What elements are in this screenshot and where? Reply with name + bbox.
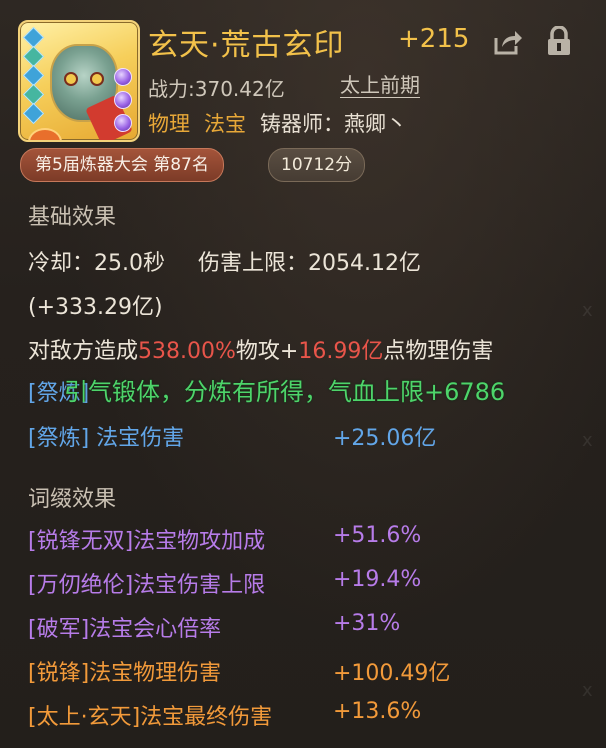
background-close-mark: x (582, 300, 593, 321)
enhance-level: +215 (398, 24, 470, 54)
damage-cap-line: 伤害上限：2054.12亿 (198, 245, 421, 277)
section-title-affix: 词缀效果 (28, 487, 117, 512)
affix-row: [太上·玄天]法宝最终伤害 (28, 699, 272, 731)
combat-power: 战力:370.42亿 (148, 73, 285, 102)
crab-charm-icon (28, 128, 62, 140)
affix-tag: [破军] (28, 617, 90, 642)
affix-name: 法宝物攻加成 (133, 529, 266, 554)
gem-icon (22, 102, 45, 125)
item-category: 法宝 (204, 112, 246, 136)
purple-orb-icon (114, 114, 132, 132)
affix-name: 法宝伤害上限 (133, 573, 266, 598)
affix-tag: [太上·玄天] (28, 705, 141, 730)
refine-row: [祭炼] 法宝伤害 (28, 420, 184, 452)
cooldown-value: 25.0秒 (94, 251, 166, 276)
item-name: 玄天·荒古玄印 (148, 28, 345, 63)
affix-value: +51.6% (333, 523, 422, 548)
smith-label: 铸器师： (260, 112, 344, 136)
damage-cap-label: 伤害上限： (198, 251, 309, 276)
affix-row: [破军]法宝会心倍率 (28, 611, 221, 643)
affix-tag: [锐锋] (28, 661, 90, 686)
item-attribute: 物理 (148, 112, 190, 136)
refine-tag: [祭炼] (28, 426, 90, 451)
forging-rank-badge: 第5届炼器大会 第87名 (20, 148, 224, 182)
cooldown-line: 冷却：25.0秒 (28, 245, 165, 277)
damage-cap-bonus: (+333.29亿) (28, 295, 163, 320)
damage-suffix: 点物理伤害 (383, 339, 494, 364)
damage-description: 对敌方造成538.00%物攻+16.99亿点物理伤害 (28, 333, 493, 365)
affix-name: 法宝会心倍率 (89, 617, 222, 642)
affix-row: [锐锋]法宝物理伤害 (28, 655, 221, 687)
purple-orb-icon (114, 91, 132, 109)
treasure-seal-icon[interactable] (18, 20, 140, 142)
purple-orb-icon (114, 68, 132, 86)
damage-percent: 538.00% (138, 339, 236, 364)
refine-name: 法宝伤害 (96, 426, 185, 451)
lock-button[interactable] (546, 25, 572, 56)
gem-column (22, 26, 45, 125)
damage-cap-value: 2054.12亿 (308, 251, 421, 276)
affix-value: +100.49亿 (333, 661, 451, 686)
item-tooltip-panel: x x x 玄天·荒古玄印 +215 战力:370.42亿 太上前期 物理 法宝… (0, 0, 606, 748)
affix-name: 法宝物理伤害 (89, 661, 222, 686)
affix-value: +13.6% (333, 699, 422, 724)
affix-row: [万仞绝伦]法宝伤害上限 (28, 567, 265, 599)
damage-mid: 物攻+ (235, 339, 299, 364)
realm-link[interactable]: 太上前期 (340, 73, 420, 98)
item-type-row: 物理 法宝 铸器师：燕卿丶 (148, 108, 407, 138)
damage-flat: 16.99亿 (298, 339, 384, 364)
mask-eye (64, 72, 78, 86)
affix-tag: [锐锋无双] (28, 529, 134, 554)
orb-column (114, 68, 134, 137)
affix-value: +31% (333, 611, 401, 636)
smith-name: 燕卿丶 (344, 112, 407, 136)
affix-tag: [万仞绝伦] (28, 573, 134, 598)
score-badge: 10712分 (268, 148, 366, 182)
share-button[interactable] (493, 28, 523, 56)
lock-icon (548, 25, 570, 55)
affix-name: 法宝最终伤害 (140, 705, 273, 730)
mask-eye (90, 72, 104, 86)
background-close-mark: x (582, 680, 593, 701)
damage-prefix: 对敌方造成 (28, 339, 139, 364)
section-title-basic: 基础效果 (28, 205, 117, 230)
power-label: 战力: (148, 77, 195, 101)
system-message-toast: 引气锻体，分炼有所得，气血上限+6786 (64, 378, 506, 406)
share-icon (494, 31, 522, 55)
power-value: 370.42亿 (194, 77, 285, 101)
background-close-mark: x (582, 430, 593, 451)
affix-row: [锐锋无双]法宝物攻加成 (28, 523, 265, 555)
affix-value: +19.4% (333, 567, 422, 592)
cooldown-label: 冷却： (28, 251, 95, 276)
refine-value: +25.06亿 (333, 426, 437, 451)
